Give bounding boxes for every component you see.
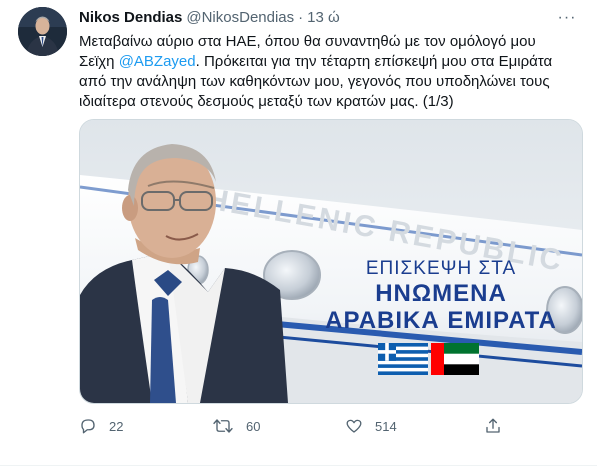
tweet-text-fragment: Πρόκειται για την τέταρτη επίσκεψή μου σ…	[203, 53, 553, 70]
timestamp[interactable]: 13 ώ	[307, 9, 340, 26]
tweet-text-line: ιδιαίτερα στενούς δεσμούς μεταξύ των κρα…	[79, 93, 454, 110]
like-button[interactable]: 514	[345, 413, 397, 439]
tweet-text-fragment: Σεϊχη	[79, 53, 115, 70]
reply-button[interactable]: 22	[79, 413, 123, 439]
more-options-icon[interactable]: ···	[557, 8, 577, 28]
tweet-text-line: Σεϊχη @ABZayed. Πρόκειται για την τέταρτ…	[79, 53, 553, 70]
tweet[interactable]: Nikos Dendias @NikosDendias · 13 ώ ··· Μ…	[0, 0, 597, 466]
headline-line-3: ΑΡΑΒΙΚΑ ΕΜΙΡΑΤΑ	[325, 307, 557, 334]
retweet-count: 60	[246, 418, 261, 434]
share-button[interactable]	[484, 413, 502, 439]
headline-line-1: ΕΠΙΣΚΕΨΗ ΣΤΑ	[366, 258, 516, 279]
tweet-text-line: Μεταβαίνω αύριο στα ΗΑΕ, όπου θα συναντη…	[79, 33, 536, 50]
author-name[interactable]: Nikos Dendias	[79, 9, 182, 26]
reply-icon	[81, 419, 95, 434]
tweet-actions: 22 60 514	[79, 413, 519, 439]
headline-line-2: ΗΝΩΜΕΝΑ	[375, 280, 507, 307]
greece-flag-icon	[378, 343, 428, 375]
retweet-button[interactable]: 60	[212, 413, 260, 439]
tweet-image[interactable]: HELLENIC REPUBLIC ΕΠΙΣΚΕΨΗ ΣΤΑ ΗΝΩΜΕΝΑ Α…	[79, 119, 583, 404]
tweet-header: Nikos Dendias @NikosDendias · 13 ώ	[79, 9, 579, 29]
author-handle[interactable]: @NikosDendias	[186, 9, 294, 26]
retweet-icon	[213, 419, 233, 433]
like-count: 514	[375, 418, 397, 434]
mention-link[interactable]: @ABZayed	[119, 53, 196, 70]
heart-icon	[346, 419, 362, 433]
separator-dot: ·	[298, 9, 304, 26]
uae-flag-icon	[431, 343, 479, 375]
tweet-text: Μεταβαίνω αύριο στα ΗΑΕ, όπου θα συναντη…	[79, 32, 585, 112]
share-icon	[486, 418, 500, 433]
avatar[interactable]	[18, 7, 67, 56]
reply-count: 22	[109, 418, 124, 434]
tweet-text-line: από την ανάληψη των καθηκόντων μου, γεγο…	[79, 73, 550, 90]
